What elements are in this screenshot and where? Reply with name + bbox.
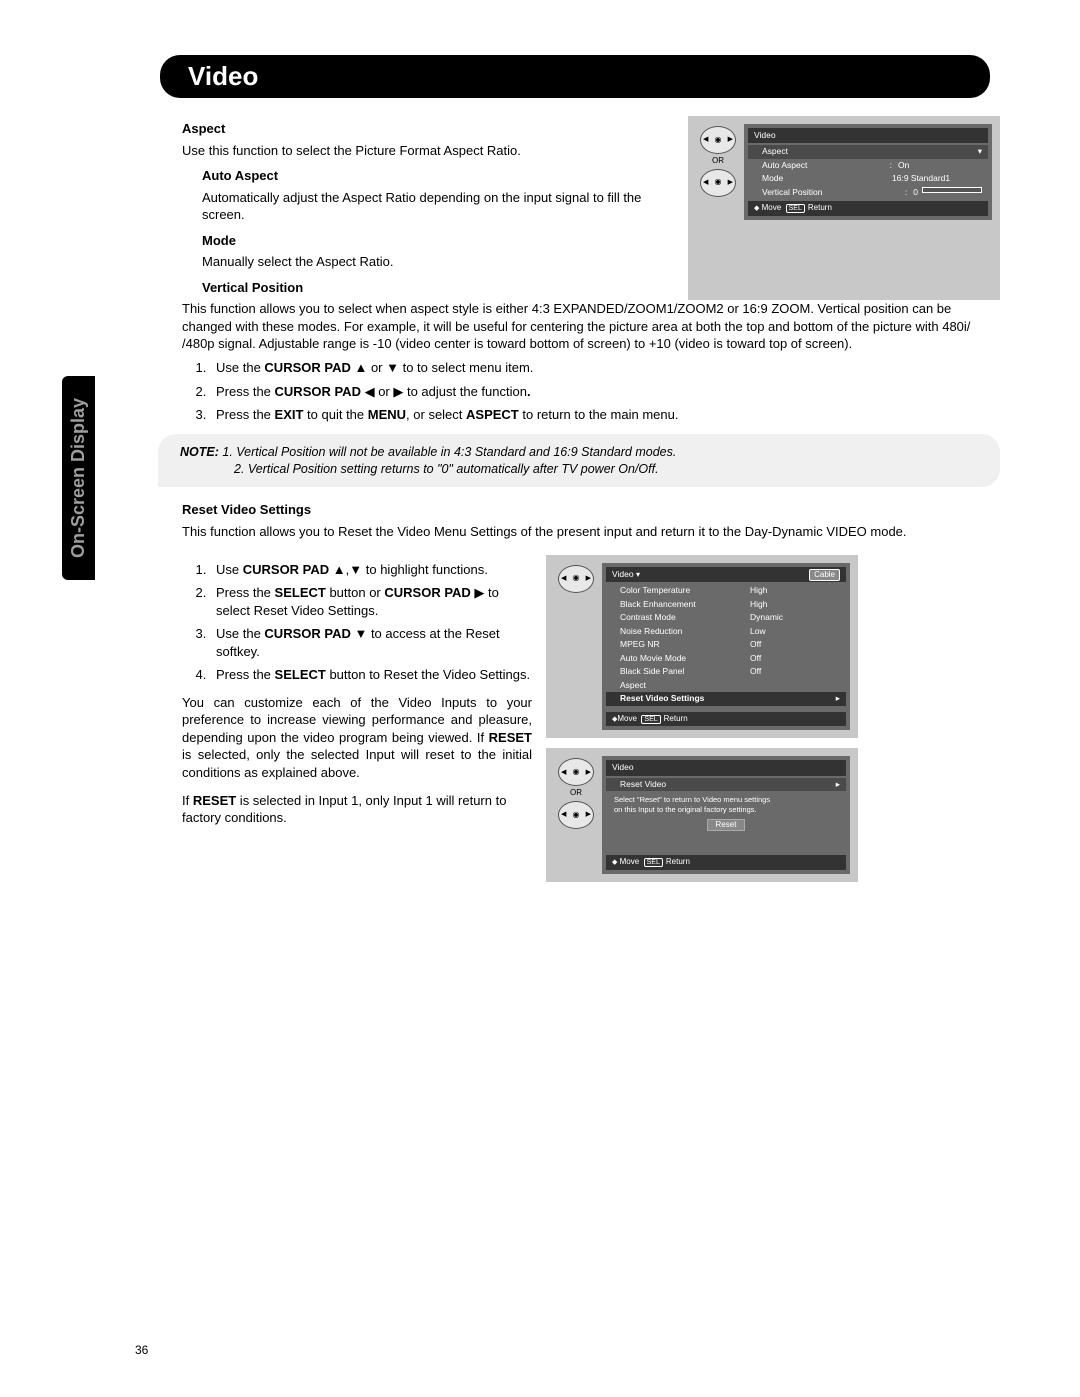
osd-val-on: On: [892, 160, 982, 171]
osd-screenshot-video-menu: ◉ Video ▾Cable Color TemperatureHigh Bla…: [546, 555, 858, 739]
aspect-steps-list: Use the CURSOR PAD ▲ or ▼ to to select m…: [210, 359, 1000, 424]
osd-row-reset-video: Reset Video: [620, 779, 836, 790]
note-label: NOTE:: [180, 445, 219, 459]
osd-title: Video: [748, 128, 988, 143]
osd-row: Black Side Panel: [620, 666, 750, 677]
osd-screenshot-aspect: ◉ OR ◉ Video Aspect▾ Auto Aspect:On Mode…: [688, 116, 1000, 300]
auto-aspect-desc: Automatically adjust the Aspect Ratio de…: [202, 189, 674, 224]
note-2: 2. Vertical Position setting returns to …: [234, 461, 659, 478]
step-item: Use the CURSOR PAD ▼ to access at the Re…: [210, 625, 532, 660]
step-item: Press the CURSOR PAD ◀ or ▶ to adjust th…: [210, 383, 1000, 401]
mode-desc: Manually select the Aspect Ratio.: [202, 253, 674, 271]
remote-dpad-icon: ◉: [558, 758, 594, 786]
remote-dpad-icon: ◉: [558, 801, 594, 829]
side-tab-label: On-Screen Display: [62, 376, 95, 580]
reset-desc: This function allows you to Reset the Vi…: [182, 523, 1000, 541]
osd-row-auto-aspect: Auto Aspect: [762, 160, 890, 171]
osd-row: Color Temperature: [620, 585, 750, 596]
reset-para-2: If RESET is selected in Input 1, only In…: [182, 792, 532, 827]
osd-row-mode: Mode: [762, 173, 892, 184]
reset-heading: Reset Video Settings: [182, 501, 1000, 519]
step-item: Press the SELECT button or CURSOR PAD ▶ …: [210, 584, 532, 619]
vertical-position-desc: This function allows you to select when …: [182, 300, 1000, 353]
osd-return: Return: [808, 203, 832, 212]
reset-steps-list: Use CURSOR PAD ▲,▼ to highlight function…: [210, 561, 532, 684]
osd-row-aspect: Aspect: [762, 146, 978, 157]
chevron-down-icon: ▾: [978, 146, 982, 157]
osd-row: Contrast Mode: [620, 612, 750, 623]
page-number: 36: [135, 1343, 148, 1357]
osd-row: Noise Reduction: [620, 626, 750, 637]
step-item: Use the CURSOR PAD ▲ or ▼ to to select m…: [210, 359, 1000, 377]
osd-title: Video: [612, 569, 634, 579]
or-label: OR: [554, 788, 598, 799]
osd-title: Video: [606, 760, 846, 775]
reset-button: Reset: [707, 819, 746, 831]
osd-row: Black Enhancement: [620, 599, 750, 610]
note-box: NOTE: 1. Vertical Position will not be a…: [158, 434, 1000, 488]
osd-message: on this Input to the original factory se…: [614, 805, 757, 814]
page-title: Video: [160, 55, 990, 98]
osd-row-highlight: Reset Video Settings: [620, 693, 836, 704]
vertical-position-heading: Vertical Position: [202, 279, 674, 297]
cable-badge: Cable: [809, 569, 840, 582]
remote-dpad-icon: ◉: [700, 169, 736, 197]
osd-row-vp: Vertical Position: [762, 187, 905, 198]
remote-dpad-icon: ◉: [700, 126, 736, 154]
auto-aspect-heading: Auto Aspect: [202, 167, 674, 185]
step-item: Press the SELECT button to Reset the Vid…: [210, 666, 532, 684]
osd-row: MPEG NR: [620, 639, 750, 650]
osd-sel: SEL: [786, 204, 805, 213]
step-item: Press the EXIT to quit the MENU, or sele…: [210, 406, 1000, 424]
osd-message: Select "Reset" to return to Video menu s…: [614, 795, 770, 804]
reset-para-1: You can customize each of the Video Inpu…: [182, 694, 532, 782]
slider-icon: [922, 187, 982, 193]
osd-move: Move: [762, 203, 782, 212]
aspect-heading: Aspect: [182, 120, 674, 138]
osd-row: Auto Movie Mode: [620, 653, 750, 664]
osd-val-vp: 0: [907, 187, 918, 198]
osd-screenshot-reset-confirm: ◉ OR ◉ Video Reset Video▸ Select "Reset"…: [546, 748, 858, 882]
mode-heading: Mode: [202, 232, 674, 250]
remote-dpad-icon: ◉: [558, 565, 594, 593]
step-item: Use CURSOR PAD ▲,▼ to highlight function…: [210, 561, 532, 579]
or-label: OR: [696, 156, 740, 167]
osd-val-mode: 16:9 Standard1: [892, 173, 982, 184]
note-1: 1. Vertical Position will not be availab…: [219, 445, 676, 459]
osd-row: Aspect: [620, 680, 840, 691]
aspect-desc: Use this function to select the Picture …: [182, 142, 674, 160]
